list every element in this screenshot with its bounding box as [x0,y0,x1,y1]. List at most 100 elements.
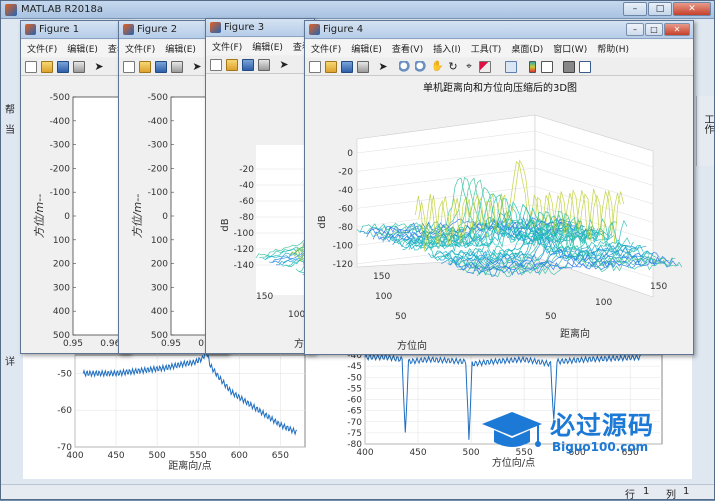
hide-plot-tools-icon[interactable] [563,61,575,73]
y-tick-label: 0 [64,212,70,222]
y-tick-label: 400 [151,307,168,317]
select-arrow-icon[interactable]: ➤ [191,61,203,73]
menu-edit[interactable]: 编辑(E) [159,40,200,55]
menu-insert[interactable]: 插入(I) [427,40,465,55]
new-figure-icon[interactable] [210,59,222,71]
z-tick-label: -60 [239,197,254,207]
watermark-url: Biguo100.com [552,440,648,454]
menu-edit[interactable]: 编辑(E) [246,38,287,53]
y-axis-label: 方位/m-- [33,194,46,238]
colorbar-icon[interactable] [529,61,536,73]
x-tick-label: 450 [107,451,124,461]
background-plot-left: -50 -60 -70 400 450 500 550 600 650 距离向/点 [23,351,308,479]
z-tick-label: -100 [333,241,354,251]
y-tick-label: 200 [151,260,168,270]
y-axis-label: 方位向 [397,339,427,352]
menu-file[interactable]: 文件(F) [119,40,159,55]
legend-icon[interactable] [541,61,553,73]
new-figure-icon[interactable] [25,61,37,73]
workspace-tab-label: 工作 [700,114,715,134]
close-button[interactable]: ✕ [673,2,711,16]
figure-4-title-bar[interactable]: Figure 4 – □ ✕ [305,21,693,39]
menu-view[interactable]: 查看(V) [386,40,427,55]
toolstrip-stub[interactable]: 帮 [5,101,15,116]
figure-icon [25,24,36,35]
menu-desktop[interactable]: 桌面(D) [505,40,547,55]
select-arrow-icon[interactable]: ➤ [93,61,105,73]
main-title-bar[interactable]: MATLAB R2018a [1,1,714,19]
menu-file[interactable]: 文件(F) [21,40,61,55]
print-icon[interactable] [258,59,270,71]
select-arrow-icon[interactable]: ➤ [377,61,389,73]
menu-edit[interactable]: 编辑(E) [345,40,386,55]
zoom-out-icon[interactable] [415,61,427,73]
current-folder-stub[interactable]: 当 [5,121,15,136]
save-icon[interactable] [57,61,69,73]
save-icon[interactable] [242,59,254,71]
z-tick-label: -140 [234,261,255,271]
y-tick-label: 50 [395,312,407,322]
y-tick-label: 100 [151,236,168,246]
figure-1-title: Figure 1 [39,24,79,35]
select-arrow-icon[interactable]: ➤ [278,59,290,71]
x-tick-label: 600 [231,451,248,461]
figure-close-button[interactable]: ✕ [664,23,690,36]
background-left-chart: -50-60-70400 450 500 550 600 650距离向/点 [23,351,308,479]
rotate-3d-icon[interactable]: ↻ [447,61,459,73]
figure-1-menubar: 文件(F) 编辑(E) 查看 [21,40,129,57]
print-icon[interactable] [171,61,183,73]
figure-minimize-button[interactable]: – [626,23,644,36]
y-tick-label: -400 [50,117,71,127]
maximize-button[interactable]: □ [648,2,672,16]
new-figure-icon[interactable] [123,61,135,73]
figure-3-toolbar: ➤ [206,56,314,74]
open-icon[interactable] [139,61,151,73]
save-icon[interactable] [341,61,353,73]
menu-help[interactable]: 帮助(H) [591,40,633,55]
show-plot-tools-icon[interactable] [579,61,591,73]
y-tick-label: 300 [53,283,70,293]
figure-4-window[interactable]: Figure 4 – □ ✕ 文件(F) 编辑(E) 查看(V) 插入(I) 工具(T)… [304,20,694,355]
z-tick-label: -100 [234,229,255,239]
figure-4-menubar: 文件(F) 编辑(E) 查看(V) 插入(I) 工具(T) 桌面(D) 窗口(W) 帮助(H) [305,40,693,57]
z-tick-label: 0 [347,149,353,159]
minimize-button[interactable]: – [623,2,647,16]
y-tick-label: -50 [347,373,362,383]
details-stub[interactable]: 详 [5,353,15,368]
figure-maximize-button[interactable]: □ [645,23,663,36]
y-tick-label: -100 [50,188,71,198]
print-icon[interactable] [357,61,369,73]
link-plot-icon[interactable] [505,61,517,73]
menu-tools[interactable]: 工具(T) [465,40,506,55]
pan-icon[interactable]: ✋ [431,61,443,73]
menu-edit[interactable]: 编辑(E) [61,40,102,55]
figure-2-title: Figure 2 [137,24,177,35]
y-tick-label: -500 [148,93,169,103]
figure-1-title-bar[interactable]: Figure 1 [21,21,129,39]
figure-3-title-bar[interactable]: Figure 3 [206,19,314,37]
brush-icon[interactable] [479,61,491,73]
x-tick-label: 650 [272,451,289,461]
open-icon[interactable] [41,61,53,73]
figure-3-window[interactable]: Figure 3 文件(F) 编辑(E) 查看 ➤ -20 -40 -60 -80 -100… [205,18,315,354]
status-row-label: 行 [625,486,635,501]
y-tick-label: 100 [288,310,305,320]
y-tick-label: 300 [151,283,168,293]
plot-title: 单机距离向和方位向压缩后的3D图 [423,81,577,94]
menu-window[interactable]: 窗口(W) [547,40,591,55]
figure-icon [123,24,134,35]
menu-file[interactable]: 文件(F) [206,38,246,53]
data-cursor-icon[interactable]: ⌖ [463,61,475,73]
print-icon[interactable] [73,61,85,73]
save-icon[interactable] [155,61,167,73]
y-tick-label: -200 [50,164,71,174]
open-icon[interactable] [325,61,337,73]
figure-1-window[interactable]: Figure 1 文件(F) 编辑(E) 查看 ➤ -500 -400 -300 -200… [20,20,130,354]
new-figure-icon[interactable] [309,61,321,73]
z-tick-label: -80 [338,223,353,233]
zoom-in-icon[interactable] [399,61,411,73]
workspace-side-tab[interactable]: 工作 [696,96,714,166]
menu-file[interactable]: 文件(F) [305,40,345,55]
figure-4-plot-area: 单机距离向和方位向压缩后的3D图 0 -20 -40 -60 -80 -100 -120 dB 1… [305,77,693,355]
open-icon[interactable] [226,59,238,71]
